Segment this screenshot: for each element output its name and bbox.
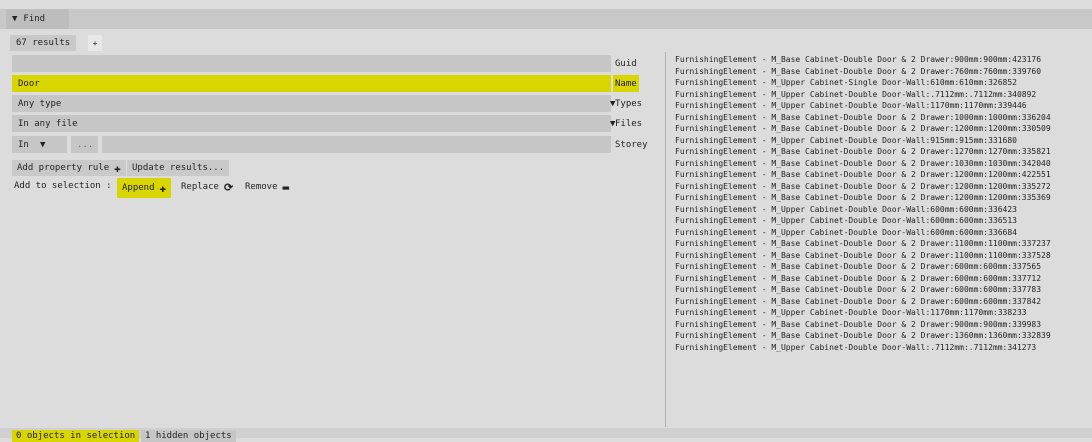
tab-bar: ▼ Find [0, 9, 1092, 29]
tab-find[interactable]: ▼ Find [6, 9, 69, 29]
status-bar: 0 objects in selection 1 hidden objects [0, 428, 1092, 442]
guid-label: Guid [615, 58, 637, 69]
list-item[interactable]: FurnishingElement - M_Base Cabinet-Doubl… [675, 169, 1092, 181]
guid-input[interactable] [12, 55, 611, 72]
add-result-tab-button[interactable]: + [88, 35, 102, 51]
list-item[interactable]: FurnishingElement - M_Upper Cabinet-Doub… [675, 307, 1092, 319]
collapse-triangle-icon[interactable]: ▼ [12, 14, 17, 24]
name-input[interactable]: Door [12, 75, 611, 92]
chevron-down-icon[interactable]: ▼ [40, 140, 45, 150]
minus-icon: ▬ [282, 180, 290, 194]
append-label: Append [122, 183, 155, 193]
list-item[interactable]: FurnishingElement - M_Upper Cabinet-Sing… [675, 77, 1092, 89]
results-list[interactable]: FurnishingElement - M_Base Cabinet-Doubl… [675, 54, 1092, 427]
list-item[interactable]: FurnishingElement - M_Upper Cabinet-Doub… [675, 100, 1092, 112]
storey-scope-dropdown[interactable]: In ▼ [12, 136, 67, 153]
results-count: 67 results [10, 35, 77, 51]
list-item[interactable]: FurnishingElement - M_Base Cabinet-Doubl… [675, 66, 1092, 78]
append-button[interactable]: Append ✚ [117, 178, 172, 198]
plus-icon: ✚ [159, 181, 167, 195]
list-item[interactable]: FurnishingElement - M_Upper Cabinet-Doub… [675, 215, 1092, 227]
list-item[interactable]: FurnishingElement - M_Upper Cabinet-Doub… [675, 204, 1092, 216]
files-dropdown[interactable]: In any file ▼ [12, 115, 615, 132]
list-item[interactable]: FurnishingElement - M_Base Cabinet-Doubl… [675, 250, 1092, 262]
list-item[interactable]: FurnishingElement - M_Base Cabinet-Doubl… [675, 238, 1092, 250]
list-item[interactable]: FurnishingElement - M_Base Cabinet-Doubl… [675, 123, 1092, 135]
types-dropdown[interactable]: Any type ▼ [12, 95, 615, 112]
list-item[interactable]: FurnishingElement - M_Base Cabinet-Doubl… [675, 319, 1092, 331]
tab-label: Find [23, 14, 46, 24]
selection-count-badge[interactable]: 0 objects in selection [12, 430, 140, 442]
list-item[interactable]: FurnishingElement - M_Upper Cabinet-Doub… [675, 135, 1092, 147]
types-value: Any type [18, 98, 62, 109]
list-item[interactable]: FurnishingElement - M_Base Cabinet-Doubl… [675, 158, 1092, 170]
top-strip [0, 0, 1092, 9]
list-item[interactable]: FurnishingElement - M_Base Cabinet-Doubl… [675, 284, 1092, 296]
remove-label: Remove [245, 182, 278, 192]
replace-label: Replace [181, 182, 219, 192]
list-item[interactable]: FurnishingElement - M_Upper Cabinet-Doub… [675, 89, 1092, 101]
replace-button[interactable]: Replace ⟳ [176, 179, 238, 195]
plus-icon: ✚ [114, 161, 121, 175]
update-results-button[interactable]: Update results... [127, 160, 230, 176]
list-item[interactable]: FurnishingElement - M_Upper Cabinet-Doub… [675, 342, 1092, 354]
list-item[interactable]: FurnishingElement - M_Base Cabinet-Doubl… [675, 330, 1092, 342]
remove-button[interactable]: Remove ▬ [240, 179, 294, 195]
add-property-rule-label: Add property rule [17, 163, 110, 173]
list-item[interactable]: FurnishingElement - M_Base Cabinet-Doubl… [675, 273, 1092, 285]
list-item[interactable]: FurnishingElement - M_Base Cabinet-Doubl… [675, 146, 1092, 158]
name-label: Name [613, 75, 639, 92]
list-item[interactable]: FurnishingElement - M_Upper Cabinet-Doub… [675, 227, 1092, 239]
add-property-rule-button[interactable]: Add property rule ✚ [12, 160, 126, 176]
files-label: Files [615, 118, 643, 129]
storey-scope-value: In [18, 139, 29, 150]
storey-input[interactable] [102, 136, 611, 153]
storey-browse-button[interactable]: ... [71, 136, 98, 153]
hidden-count-badge[interactable]: 1 hidden objects [141, 430, 236, 442]
list-item[interactable]: FurnishingElement - M_Base Cabinet-Doubl… [675, 181, 1092, 193]
list-item[interactable]: FurnishingElement - M_Base Cabinet-Doubl… [675, 112, 1092, 124]
add-to-selection-label: Add to selection : [14, 181, 112, 191]
list-item[interactable]: FurnishingElement - M_Base Cabinet-Doubl… [675, 261, 1092, 273]
list-item[interactable]: FurnishingElement - M_Base Cabinet-Doubl… [675, 54, 1092, 66]
types-label: Types [615, 98, 643, 109]
refresh-icon: ⟳ [223, 180, 234, 194]
list-item[interactable]: FurnishingElement - M_Base Cabinet-Doubl… [675, 296, 1092, 308]
files-value: In any file [18, 118, 78, 129]
list-item[interactable]: FurnishingElement - M_Base Cabinet-Doubl… [675, 192, 1092, 204]
storey-label: Storey [615, 139, 648, 150]
panel-divider [665, 52, 666, 427]
